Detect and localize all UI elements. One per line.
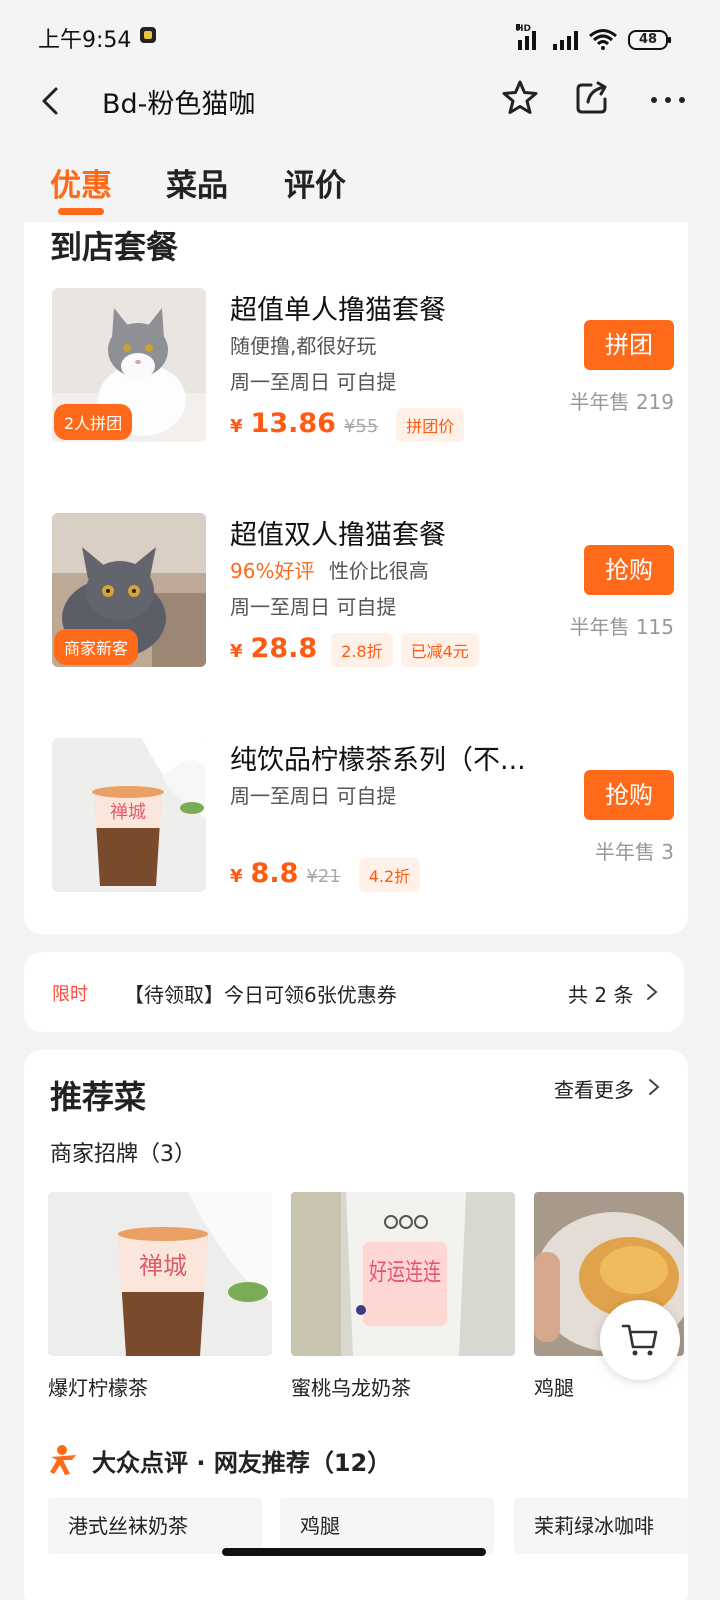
dianping-recommend-label: 大众点评 · 网友推荐（12） (92, 1448, 392, 1477)
dish-name: 爆灯柠檬茶 (48, 1376, 148, 1400)
status-icons: HD 48 (516, 22, 671, 50)
sold-count: 半年售 219 (569, 390, 674, 414)
dish-card[interactable]: 好运连连 蜜桃乌龙奶茶 (291, 1192, 515, 1401)
lemon-tea-photo: 禅城 (52, 738, 206, 892)
dish-image: 好运连连 (291, 1192, 515, 1356)
battery-icon: 48 (628, 30, 671, 50)
tab-reviews[interactable]: 评价 (284, 160, 346, 205)
signal-hd-icon: HD (516, 24, 543, 50)
coupon-text: 【待领取】今日可领6张优惠券 (124, 983, 397, 1007)
signature-subtitle: 商家招牌（3） (50, 1142, 196, 1167)
deal-thumbnail: 商家新客 (52, 513, 206, 667)
current-price: 13.86 (250, 408, 336, 439)
deal-description: 性价比很高 (328, 559, 429, 583)
in-store-packages-card: 到店套餐 2人拼团 超值单人撸猫套餐 随便撸,都很好玩 周一至周日 可自提 ¥ … (24, 222, 688, 934)
tab-dishes[interactable]: 菜品 (166, 160, 228, 205)
dish-card[interactable]: 禅城 爆灯柠檬茶 (48, 1192, 272, 1401)
price-tag: 拼团价 (396, 408, 465, 442)
deal-title: 超值单人撸猫套餐 (230, 295, 446, 326)
currency-symbol: ¥ (230, 416, 243, 437)
limited-time-badge: 限时 (52, 984, 88, 1005)
deal-thumbnail: 2人拼团 (52, 288, 206, 442)
network-label: HD (516, 24, 532, 34)
deal-rating-line: 96%好评 性价比很高 (230, 555, 429, 584)
coupon-bar[interactable]: 限时 【待领取】今日可领6张优惠券 共 2 条 (24, 952, 684, 1032)
signal-icon (553, 30, 578, 50)
recommended-dishes-card: 推荐菜 查看更多 商家招牌（3） 禅城 爆灯柠檬茶 好运连连 蜜桃乌龙奶茶 鸡腿… (24, 1050, 688, 1600)
dish-name: 蜜桃乌龙奶茶 (291, 1376, 411, 1400)
home-indicator[interactable] (222, 1548, 486, 1556)
buy-now-button[interactable]: 抢购 (584, 770, 674, 820)
deal-thumbnail: 禅城 (52, 738, 206, 892)
recommend-chip[interactable]: 鸡腿 (280, 1498, 494, 1554)
dianping-recommend-header: 大众点评 · 网友推荐（12） (48, 1440, 391, 1480)
nav-bar: Bd-粉色猫咖 (0, 72, 720, 130)
current-price: 8.8 (250, 858, 299, 889)
price-row: ¥ 28.8 2.8折 已减4元 (230, 633, 479, 667)
deal-availability: 周一至周日 可自提 (230, 595, 397, 619)
recommend-chip[interactable]: 茉莉绿冰咖啡 (514, 1498, 688, 1554)
share-icon[interactable] (572, 78, 612, 118)
original-price: ¥55 (343, 416, 379, 437)
currency-symbol: ¥ (230, 641, 243, 662)
sold-count: 半年售 3 (594, 840, 674, 864)
price-row: ¥ 13.86 ¥55 拼团价 (230, 408, 465, 442)
lemon-tea-photo: 禅城 (48, 1192, 272, 1356)
dish-image: 禅城 (48, 1192, 272, 1356)
notification-app-icon (140, 27, 156, 43)
deal-item[interactable]: 商家新客 超值双人撸猫套餐 96%好评 性价比很高 周一至周日 可自提 ¥ 28… (52, 513, 674, 673)
sold-count: 半年售 115 (569, 615, 674, 639)
discount-tag: 2.8折 (331, 633, 393, 667)
status-bar: 上午9:54 HD 48 (0, 0, 720, 72)
deal-item[interactable]: 禅城 纯饮品柠檬茶系列（不... 周一至周日 可自提 ¥ 8.8 ¥21 4.2… (52, 738, 674, 898)
dianping-logo-icon (50, 1445, 76, 1475)
new-customer-tag: 商家新客 (54, 629, 139, 665)
peach-oolong-photo: 好运连连 (291, 1192, 515, 1356)
deal-item[interactable]: 2人拼团 超值单人撸猫套餐 随便撸,都很好玩 周一至周日 可自提 ¥ 13.86… (52, 288, 674, 448)
price-row: ¥ 8.8 ¥21 4.2折 (230, 858, 421, 892)
cart-icon (621, 1324, 658, 1356)
chevron-right-icon (647, 984, 658, 1000)
cart-button[interactable] (600, 1300, 680, 1380)
buy-now-button[interactable]: 抢购 (584, 545, 674, 595)
shop-title: Bd-粉色猫咖 (102, 89, 256, 120)
chevron-right-icon (649, 1079, 660, 1095)
favorite-star-icon[interactable] (500, 78, 540, 118)
currency-symbol: ¥ (230, 866, 243, 887)
group-buy-button[interactable]: 拼团 (584, 320, 674, 370)
more-options-icon[interactable] (648, 80, 688, 120)
coupon-count: 共 2 条 (568, 983, 634, 1007)
reduction-tag: 已减4元 (400, 633, 479, 667)
back-arrow-icon[interactable] (36, 84, 68, 118)
recommend-chip[interactable]: 港式丝袜奶茶 (48, 1498, 262, 1554)
positive-rating: 96%好评 (230, 559, 315, 583)
tab-discounts[interactable]: 优惠 (50, 160, 112, 205)
current-price: 28.8 (250, 633, 318, 664)
original-price: ¥21 (306, 866, 341, 887)
deal-title: 纯饮品柠檬茶系列（不... (230, 745, 526, 776)
deal-description: 随便撸,都很好玩 (230, 334, 377, 358)
status-time: 上午9:54 (38, 28, 132, 53)
group-buy-tag: 2人拼团 (54, 404, 133, 440)
see-more-link[interactable]: 查看更多 (554, 1074, 634, 1103)
cup-logo: 好运连连 (369, 1258, 441, 1286)
recommended-title: 推荐菜 (50, 1078, 147, 1116)
deal-title: 超值双人撸猫套餐 (230, 520, 446, 551)
deal-availability: 周一至周日 可自提 (230, 370, 397, 394)
section-title: 到店套餐 (50, 228, 179, 266)
discount-tag: 4.2折 (358, 858, 421, 892)
deal-availability: 周一至周日 可自提 (230, 784, 397, 808)
tab-bar: 优惠 菜品 评价 (0, 160, 720, 218)
active-tab-indicator (58, 208, 104, 215)
cup-logo: 禅城 (110, 802, 146, 823)
wifi-icon (589, 29, 617, 50)
dish-name: 鸡腿 (534, 1376, 574, 1400)
cup-logo: 禅城 (139, 1252, 187, 1280)
